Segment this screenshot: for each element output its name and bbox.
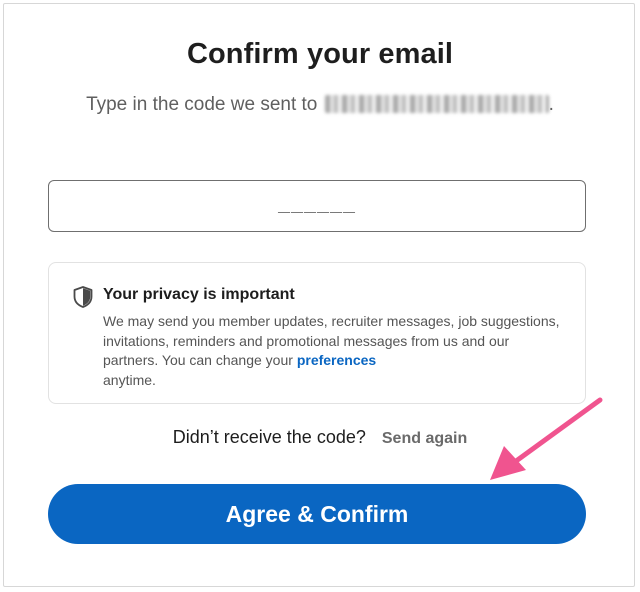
email-sent-subtitle: Type in the code we sent to . (0, 94, 640, 116)
redacted-email-address (324, 95, 549, 113)
resend-question: Didn’t receive the code? (172, 427, 366, 447)
subtitle-period: . (548, 94, 554, 115)
privacy-notice-card: Your privacy is important We may send yo… (48, 262, 586, 404)
privacy-body-suffix: anytime. (103, 371, 156, 388)
shield-icon (73, 286, 93, 308)
send-again-link[interactable]: Send again (382, 430, 467, 447)
privacy-description: We may send you member updates, recruite… (103, 312, 563, 390)
privacy-title: Your privacy is important (103, 286, 295, 303)
subtitle-text: Type in the code we sent to (86, 94, 318, 115)
verification-code-input[interactable] (48, 180, 586, 232)
preferences-link[interactable]: preferences (297, 352, 376, 368)
page-title: Confirm your email (186, 38, 454, 70)
annotation-arrow-icon (490, 397, 603, 480)
